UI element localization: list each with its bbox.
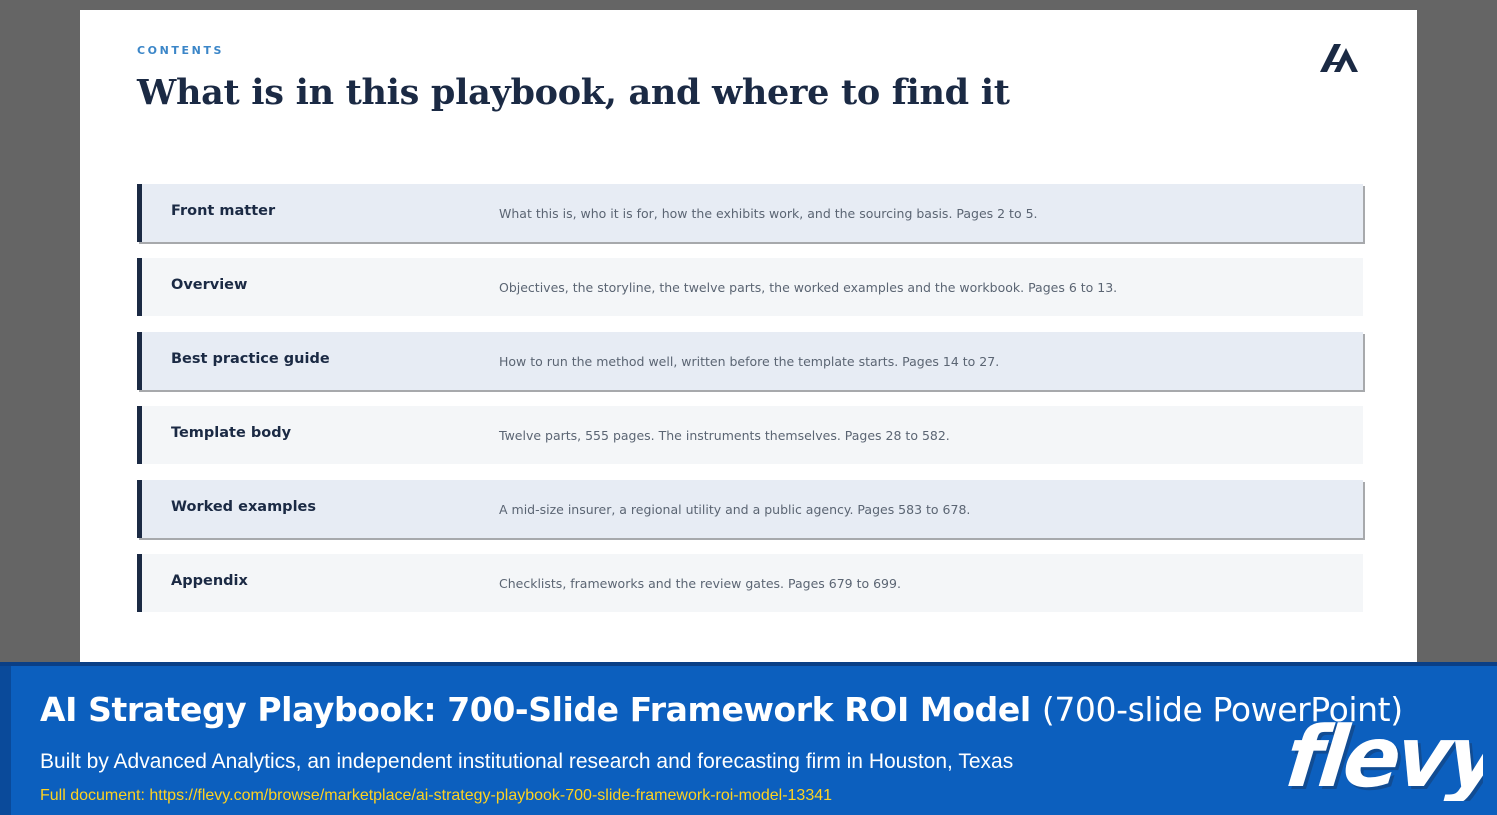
section-name: Overview xyxy=(171,277,248,293)
contents-row[interactable]: Overview Objectives, the storyline, the … xyxy=(137,258,1363,316)
contents-row[interactable]: Worked examples A mid-size insurer, a re… xyxy=(137,480,1363,538)
svg-text:flevy: flevy xyxy=(1288,708,1483,801)
section-description: What this is, who it is for, how the exh… xyxy=(499,206,1038,221)
section-name: Front matter xyxy=(171,203,276,219)
section-name: Best practice guide xyxy=(171,351,330,367)
section-description: Objectives, the storyline, the twelve pa… xyxy=(499,280,1118,295)
advanced-analytics-logo-icon xyxy=(1320,44,1358,72)
slide: CONTENTS What is in this playbook, and w… xyxy=(80,10,1417,662)
document-banner: AI Strategy Playbook: 700-Slide Framewor… xyxy=(0,662,1497,815)
section-description: Twelve parts, 555 pages. The instruments… xyxy=(499,428,950,443)
contents-row[interactable]: Template body Twelve parts, 555 pages. T… xyxy=(137,406,1363,464)
section-description: A mid-size insurer, a regional utility a… xyxy=(499,502,971,517)
contents-list: Front matter What this is, who it is for… xyxy=(137,184,1363,628)
section-eyebrow: CONTENTS xyxy=(137,44,225,57)
contents-row[interactable]: Best practice guide How to run the metho… xyxy=(137,332,1363,390)
section-name: Worked examples xyxy=(171,499,316,515)
section-name: Template body xyxy=(171,425,292,441)
section-name: Appendix xyxy=(171,573,248,589)
flevy-logo: flevy flevy xyxy=(1288,708,1483,801)
banner-subtitle: Built by Advanced Analytics, an independ… xyxy=(40,750,1014,773)
banner-title-main: AI Strategy Playbook: 700-Slide Framewor… xyxy=(40,690,1031,729)
contents-row[interactable]: Front matter What this is, who it is for… xyxy=(137,184,1363,242)
document-link[interactable]: Full document: https://flevy.com/browse/… xyxy=(40,787,832,805)
banner-title: AI Strategy Playbook: 700-Slide Framewor… xyxy=(40,690,1403,729)
banner-edge xyxy=(0,666,11,815)
section-description: How to run the method well, written befo… xyxy=(499,354,1000,369)
contents-row[interactable]: Appendix Checklists, frameworks and the … xyxy=(137,554,1363,612)
section-description: Checklists, frameworks and the review ga… xyxy=(499,576,901,591)
page-title: What is in this playbook, and where to f… xyxy=(137,72,1010,113)
